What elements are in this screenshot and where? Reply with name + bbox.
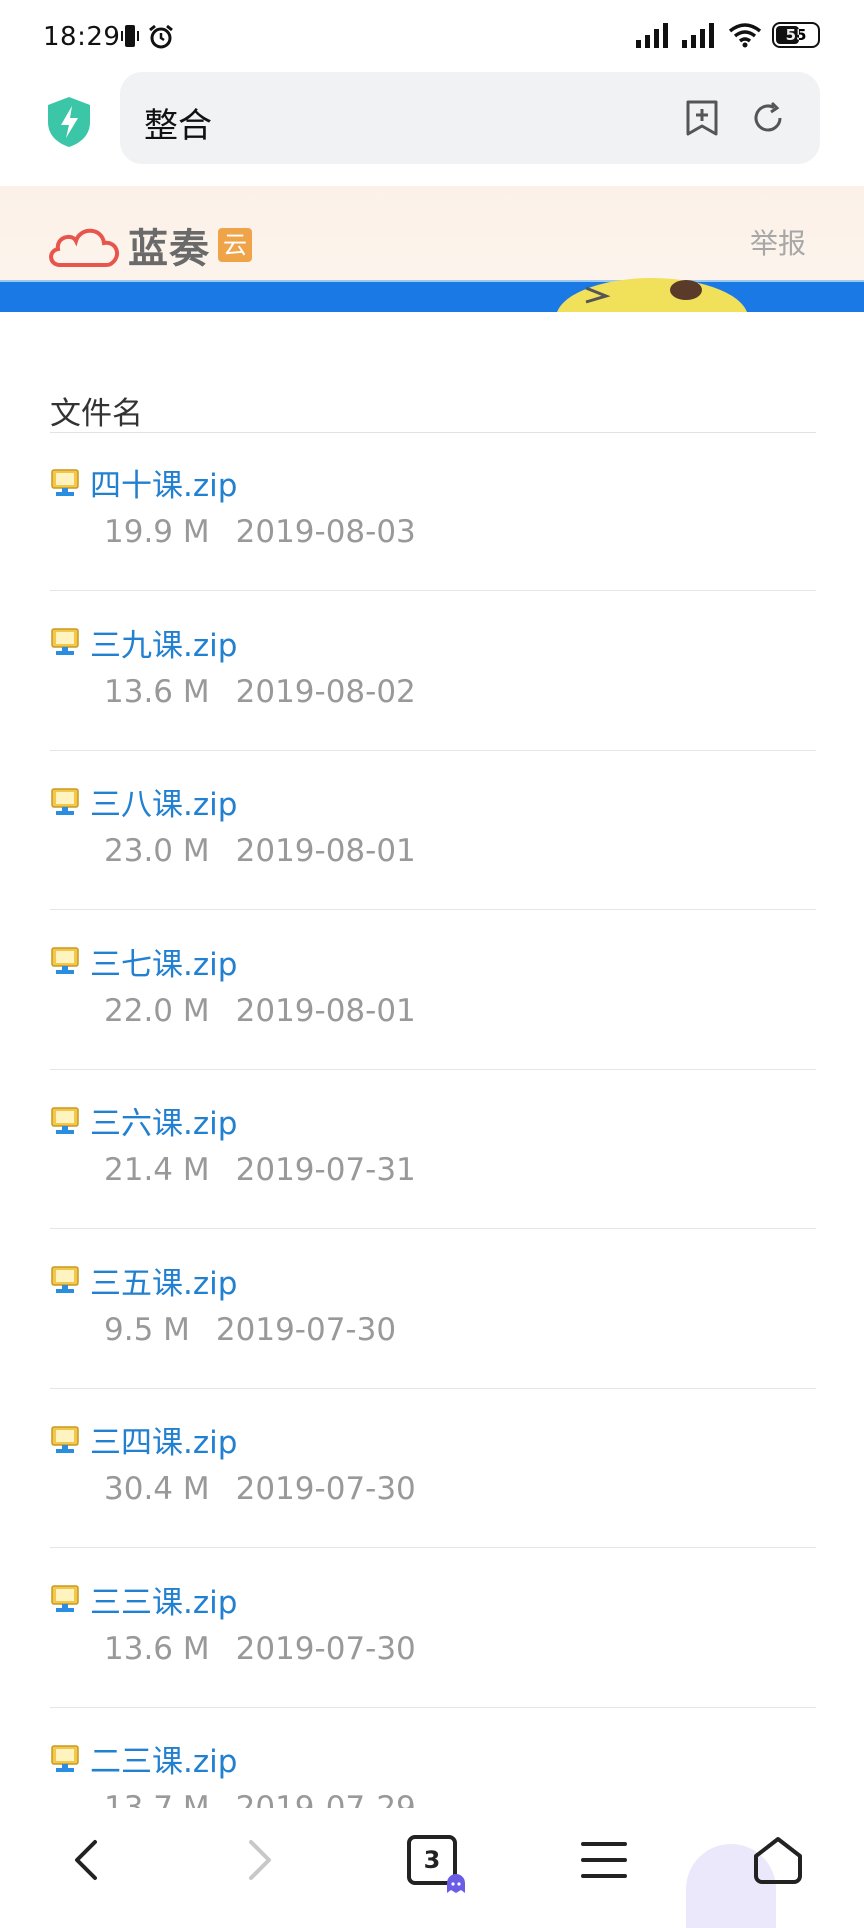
back-icon (75, 1840, 97, 1880)
file-meta: 23.0 M 2019-08-01 (104, 833, 416, 869)
menu-button[interactable] (572, 1828, 636, 1892)
file-date: 2019-07-30 (215, 1311, 397, 1348)
file-date: 2019-08-01 (235, 992, 416, 1029)
file-row[interactable]: 三七课.zip 22.0 M 2019-08-01 (50, 911, 816, 1070)
file-computer-icon (51, 628, 79, 655)
tabs-icon: 3 (407, 1835, 465, 1893)
cloud-logo-icon (49, 228, 120, 267)
file-name-line: 三三课.zip (50, 1577, 237, 1622)
site-banner: 蓝奏 云 举报 (0, 186, 864, 312)
file-name-link[interactable]: 三三课.zip (90, 1577, 237, 1622)
address-bar-row: 整合 (0, 72, 864, 184)
url-field[interactable]: 整合 (120, 72, 820, 164)
file-row[interactable]: 四十课.zip 19.9 M 2019-08-03 (50, 432, 816, 591)
file-computer-icon (51, 787, 79, 815)
file-name-line: 三五课.zip (50, 1258, 237, 1303)
signal-icon (682, 23, 714, 48)
file-size: 13.6 M (104, 1630, 210, 1667)
forward-button[interactable] (228, 1828, 292, 1892)
file-size: 19.9 M (104, 514, 210, 550)
signal-icon (636, 23, 668, 48)
home-icon (754, 1837, 802, 1884)
file-name-link[interactable]: 三四课.zip (90, 1417, 237, 1462)
file-size: 22.0 M (104, 992, 210, 1029)
file-row[interactable]: 三四课.zip 30.4 M 2019-07-30 (50, 1389, 816, 1548)
file-name-link[interactable]: 三七课.zip (90, 939, 237, 984)
file-name-link[interactable]: 四十课.zip (90, 460, 237, 505)
back-button[interactable] (54, 1828, 118, 1892)
site-logo[interactable]: 蓝奏 云 (46, 216, 252, 274)
file-name-line: 三九课.zip (50, 620, 237, 665)
file-date: 2019-08-03 (235, 514, 416, 550)
file-meta: 13.6 M 2019-08-02 (104, 674, 416, 710)
file-size: 30.4 M (104, 1471, 210, 1507)
file-date: 2019-08-02 (235, 673, 416, 710)
file-meta: 19.9 M 2019-08-03 (104, 514, 416, 550)
url-text[interactable]: 整合 (144, 98, 212, 147)
file-meta: 30.4 M 2019-07-30 (104, 1471, 416, 1507)
file-date: 2019-07-31 (235, 1152, 416, 1188)
shield-icon[interactable] (46, 96, 92, 148)
file-computer-icon (51, 1425, 79, 1453)
battery-icon: 55 (772, 22, 820, 48)
file-computer-icon (51, 947, 79, 974)
tabs-button[interactable]: 3 (400, 1828, 465, 1893)
file-name-link[interactable]: 三八课.zip (90, 779, 237, 824)
file-name-line: 四十课.zip (50, 460, 237, 505)
mascot-decoration (557, 278, 747, 312)
file-computer-icon (51, 468, 79, 496)
file-row[interactable]: 三八课.zip 23.0 M 2019-08-01 (50, 751, 816, 910)
status-bar: 18:29 55 (0, 0, 864, 72)
file-row[interactable]: 三三课.zip 13.6 M 2019-07-30 (50, 1549, 816, 1708)
file-meta: 13.6 M 2019-07-30 (104, 1631, 416, 1667)
file-size: 23.0 M (104, 833, 210, 869)
file-name-line: 三八课.zip (50, 779, 237, 824)
file-date: 2019-08-01 (235, 833, 416, 869)
file-meta: 21.4 M 2019-07-31 (104, 1152, 416, 1188)
file-name-link[interactable]: 三六课.zip (90, 1098, 237, 1143)
file-name-link[interactable]: 三五课.zip (90, 1258, 237, 1303)
logo-text: 蓝奏 (128, 226, 210, 272)
logo-badge: 云 (218, 228, 252, 262)
file-size: 21.4 M (104, 1152, 210, 1188)
file-row[interactable]: 三五课.zip 9.5 M 2019-07-30 (50, 1230, 816, 1389)
file-name-link[interactable]: 二三课.zip (90, 1736, 237, 1781)
refresh-icon[interactable] (750, 100, 786, 136)
file-size: 13.6 M (104, 673, 210, 710)
status-time: 18:29 (43, 22, 121, 52)
battery-level: 55 (785, 26, 807, 44)
file-size: 9.5 M (104, 1311, 190, 1348)
tab-count: 3 (423, 1846, 441, 1874)
file-name-line: 三四课.zip (50, 1417, 237, 1462)
report-link[interactable]: 举报 (750, 222, 806, 262)
file-computer-icon (51, 1106, 79, 1134)
menu-icon (581, 1842, 627, 1878)
file-name-line: 二三课.zip (50, 1736, 237, 1781)
file-list-header: 文件名 (50, 396, 143, 432)
ghost-badge-icon (447, 1874, 465, 1893)
file-computer-icon (51, 1744, 79, 1772)
wifi-icon (728, 23, 762, 48)
file-name-line: 三七课.zip (50, 939, 237, 984)
file-name-line: 三六课.zip (50, 1098, 237, 1143)
file-meta: 22.0 M 2019-08-01 (104, 993, 416, 1029)
forward-icon (249, 1840, 271, 1880)
file-meta: 9.5 M 2019-07-30 (104, 1312, 396, 1348)
file-date: 2019-07-30 (235, 1630, 416, 1667)
file-computer-icon (51, 1585, 79, 1612)
file-row[interactable]: 三九课.zip 13.6 M 2019-08-02 (50, 592, 816, 751)
file-computer-icon (51, 1266, 79, 1293)
home-button[interactable] (746, 1828, 810, 1892)
file-date: 2019-07-30 (235, 1471, 416, 1507)
add-bookmark-icon[interactable] (684, 100, 720, 136)
file-row[interactable]: 三六课.zip 21.4 M 2019-07-31 (50, 1070, 816, 1229)
file-name-link[interactable]: 三九课.zip (90, 620, 237, 665)
bottom-nav-bar: 3 (0, 1808, 864, 1928)
alarm-icon (149, 24, 173, 49)
vibrate-icon (121, 25, 139, 47)
